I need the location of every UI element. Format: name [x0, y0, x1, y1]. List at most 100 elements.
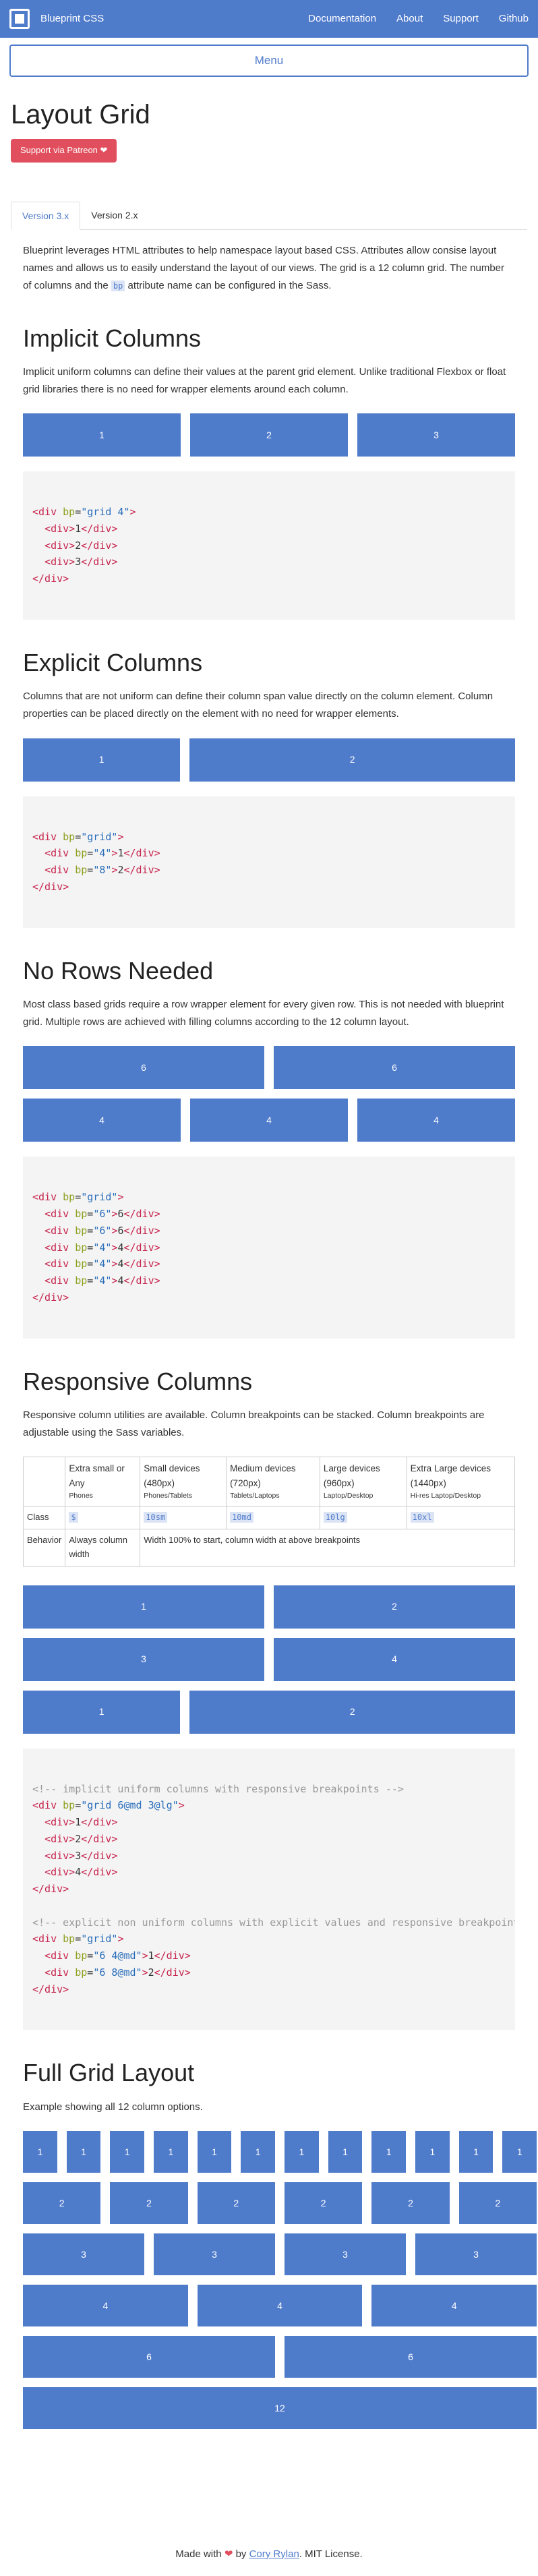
inline-code: bp [111, 281, 125, 292]
grid-cell: 1 [371, 2130, 407, 2173]
section-desc-implicit: Implicit uniform columns can define thei… [23, 365, 506, 395]
table-header: Extra Large devices (1440px) Hi-res Lapto… [406, 1457, 516, 1507]
grid-cell: 3 [154, 2233, 275, 2275]
author-link[interactable]: Cory Rylan [249, 2548, 299, 2560]
table-header: Large devices (960px) Laptop/Desktop [319, 1457, 407, 1507]
footer: Made with ❤ by Cory Rylan. MIT License. [175, 2548, 363, 2560]
breakpoints-table: Extra small or Any Phones Small devices (… [22, 1457, 516, 1567]
grid-cell: 4 [197, 2284, 363, 2326]
tab-version-2[interactable]: Version 2.x [80, 202, 148, 229]
grid-cell: 3 [23, 1637, 264, 1681]
grid-cell: 1 [241, 2130, 276, 2173]
grid-cell: 1 [23, 2130, 57, 2173]
full-grid-row-4: 444 [23, 2284, 537, 2326]
patreon-label: Support via Patreon [20, 145, 98, 155]
logo-icon[interactable] [9, 9, 30, 29]
grid-cell: 1 [66, 2130, 101, 2173]
grid-cell: 6 [285, 2335, 537, 2378]
tab-version-3[interactable]: Version 3.x [11, 201, 81, 230]
code-example-implicit: <div bp="grid 4"> <div>1</div> <div>2</d… [23, 471, 515, 620]
grid-cell: 2 [197, 2182, 275, 2224]
patreon-button[interactable]: Support via Patreon ❤ [11, 139, 117, 163]
version-tabs: Version 3.x Version 2.x [11, 201, 527, 230]
grid-cell: 1 [415, 2130, 450, 2173]
nav-links: Documentation About Support Github [308, 11, 529, 27]
table-cell: 10lg [319, 1506, 407, 1530]
grid-cell: 2 [23, 2182, 101, 2224]
page-title: Layout Grid [11, 100, 150, 129]
grid-cell: 4 [357, 1099, 515, 1142]
grid-cell: 3 [285, 2233, 406, 2275]
demo-grid-responsive-row1: 1 2 [23, 1585, 515, 1629]
grid-cell: 1 [23, 738, 181, 782]
grid-cell: 1 [154, 2130, 188, 2173]
table-cell: Always column width [65, 1529, 141, 1567]
grid-cell: 1 [458, 2130, 494, 2173]
demo-grid-norows-row2: 4 4 4 [23, 1099, 515, 1142]
section-title-implicit: Implicit Columns [23, 324, 202, 352]
demo-grid-norows-row1: 6 6 [23, 1046, 515, 1090]
section-desc-fullgrid: Example showing all 12 column options. [23, 2101, 203, 2113]
table-row-label: Behavior [22, 1529, 66, 1567]
grid-cell: 6 [23, 2335, 275, 2378]
section-title-fullgrid: Full Grid Layout [23, 2059, 195, 2087]
grid-cell: 2 [189, 738, 515, 782]
full-grid-row-6: 12 [23, 2387, 537, 2429]
table-cell: 10xl [406, 1506, 516, 1530]
code-example-norows: <div bp="grid"> <div bp="6">6</div> <div… [23, 1157, 515, 1339]
top-navbar: Blueprint CSS Documentation About Suppor… [0, 0, 538, 38]
grid-cell: 12 [23, 2387, 537, 2429]
nav-link-about[interactable]: About [396, 11, 423, 27]
table-cell: 10md [226, 1506, 320, 1530]
section-desc-norows: Most class based grids require a row wra… [23, 998, 504, 1028]
grid-cell: 6 [23, 1046, 264, 1090]
heart-icon: ❤ [100, 145, 108, 155]
table-header: Medium devices (720px) Tablets/Laptops [226, 1457, 320, 1507]
section-title-explicit: Explicit Columns [23, 648, 203, 676]
demo-grid-responsive-row2: 3 4 [23, 1637, 515, 1681]
grid-cell: 1 [110, 2130, 145, 2173]
grid-cell: 1 [285, 2130, 319, 2173]
grid-cell: 1 [328, 2130, 363, 2173]
full-grid-row-5: 66 [23, 2335, 537, 2378]
grid-cell: 2 [190, 413, 348, 457]
table-row-label: Class [22, 1506, 66, 1530]
grid-cell: 6 [274, 1046, 515, 1090]
full-grid-row-2: 222222 [23, 2182, 537, 2224]
code-example-explicit: <div bp="grid"> <div bp="4">1</div> <div… [23, 796, 515, 928]
table-cell: Width 100% to start, column width at abo… [140, 1529, 515, 1567]
grid-cell: 2 [284, 2182, 363, 2224]
table-header: Extra small or Any Phones [65, 1457, 141, 1507]
demo-grid-implicit: 1 2 3 [23, 413, 515, 457]
grid-cell: 1 [23, 1690, 181, 1734]
grid-cell: 2 [458, 2182, 537, 2224]
grid-cell: 4 [23, 1099, 181, 1142]
demo-grid-explicit: 1 2 [23, 738, 515, 782]
nav-link-documentation[interactable]: Documentation [308, 11, 376, 27]
grid-cell: 3 [415, 2233, 537, 2275]
brand-name[interactable]: Blueprint CSS [40, 11, 308, 27]
code-example-responsive: <!-- implicit uniform columns with respo… [23, 1748, 515, 2030]
section-desc-explicit: Columns that are not uniform can define … [23, 691, 494, 720]
grid-cell: 3 [357, 413, 515, 457]
nav-link-support[interactable]: Support [443, 11, 479, 27]
section-desc-responsive: Responsive column utilities are availabl… [23, 1409, 485, 1439]
table-header: Small devices (480px) Phones/Tablets [140, 1457, 227, 1507]
grid-cell: 1 [23, 413, 181, 457]
grid-cell: 3 [23, 2233, 144, 2275]
table-cell: $ [65, 1506, 141, 1530]
grid-cell: 2 [189, 1690, 515, 1734]
grid-cell: 4 [371, 2284, 537, 2326]
full-grid-row-1: 111111111111 [23, 2130, 537, 2173]
heart-icon: ❤ [224, 2548, 233, 2560]
intro-text: Blueprint leverages HTML attributes to h… [23, 244, 505, 292]
grid-cell: 1 [197, 2130, 232, 2173]
demo-grid-responsive-row3: 1 2 [23, 1690, 515, 1734]
section-title-norows: No Rows Needed [23, 956, 214, 985]
grid-cell: 2 [110, 2182, 188, 2224]
section-title-responsive: Responsive Columns [23, 1367, 253, 1395]
grid-cell: 1 [23, 1585, 264, 1629]
menu-button[interactable]: Menu [9, 45, 529, 77]
grid-cell: 4 [190, 1099, 348, 1142]
nav-link-github[interactable]: Github [499, 11, 529, 27]
